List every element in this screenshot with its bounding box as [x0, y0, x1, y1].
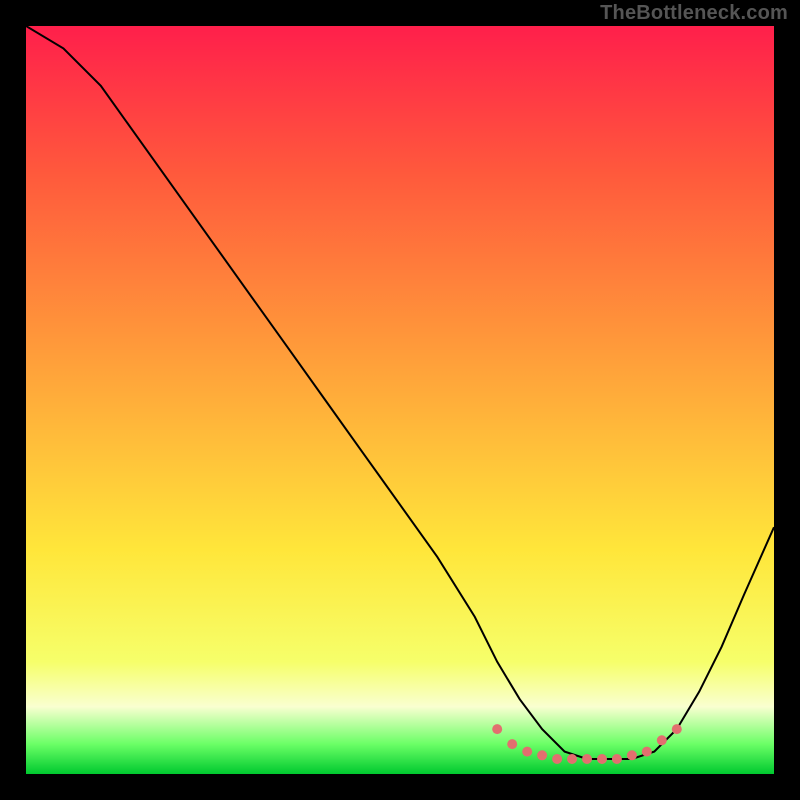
optimal-point	[522, 747, 532, 757]
optimal-point	[672, 724, 682, 734]
optimal-point	[657, 735, 667, 745]
optimal-point	[642, 747, 652, 757]
optimal-point	[567, 754, 577, 764]
watermark-text: TheBottleneck.com	[600, 2, 788, 25]
optimal-point	[582, 754, 592, 764]
optimal-point	[612, 754, 622, 764]
optimal-point	[627, 750, 637, 760]
chart-frame: TheBottleneck.com	[0, 0, 800, 800]
bottleneck-chart	[26, 26, 774, 774]
optimal-point	[537, 750, 547, 760]
optimal-point	[597, 754, 607, 764]
optimal-point	[552, 754, 562, 764]
optimal-point	[507, 739, 517, 749]
optimal-point	[492, 724, 502, 734]
